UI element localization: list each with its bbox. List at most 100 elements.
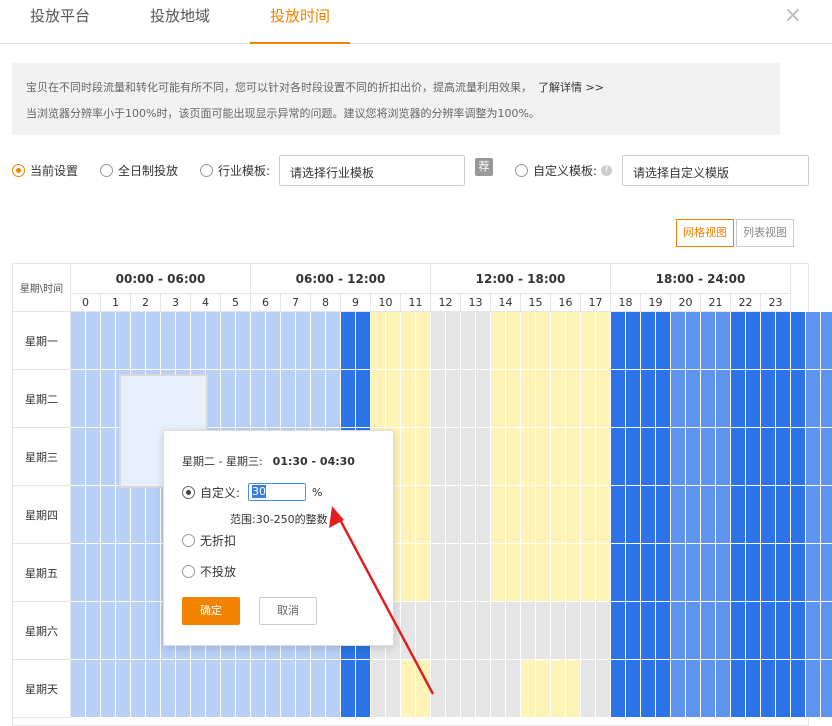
- schedule-cell[interactable]: [551, 544, 566, 602]
- schedule-cell[interactable]: [731, 544, 746, 602]
- schedule-cell[interactable]: [206, 312, 221, 370]
- schedule-cell[interactable]: [551, 660, 566, 718]
- schedule-cell[interactable]: [296, 312, 311, 370]
- radio-industry[interactable]: [200, 164, 213, 177]
- schedule-cell[interactable]: [521, 312, 536, 370]
- schedule-cell[interactable]: [251, 660, 266, 718]
- schedule-cell[interactable]: [731, 370, 746, 428]
- schedule-cell[interactable]: [386, 312, 401, 370]
- grid-view-button[interactable]: 网格视图: [676, 219, 734, 247]
- schedule-cell[interactable]: [761, 486, 776, 544]
- schedule-cell[interactable]: [716, 660, 731, 718]
- schedule-cell[interactable]: [131, 602, 146, 660]
- schedule-cell[interactable]: [371, 660, 386, 718]
- schedule-cell[interactable]: [431, 486, 446, 544]
- schedule-cell[interactable]: [506, 544, 521, 602]
- schedule-cell[interactable]: [776, 370, 791, 428]
- hour-header[interactable]: 0: [71, 294, 101, 312]
- hour-header[interactable]: 1: [101, 294, 131, 312]
- schedule-cell[interactable]: [131, 486, 146, 544]
- schedule-cell[interactable]: [86, 544, 101, 602]
- schedule-cell[interactable]: [806, 370, 821, 428]
- custom-template-select[interactable]: 请选择自定义模版: [622, 155, 809, 186]
- schedule-cell[interactable]: [536, 312, 551, 370]
- schedule-cell[interactable]: [686, 428, 701, 486]
- option-custom-discount[interactable]: 自定义: 30 %: [182, 483, 323, 501]
- schedule-cell[interactable]: [596, 370, 611, 428]
- schedule-cell[interactable]: [266, 660, 281, 718]
- schedule-cell[interactable]: [716, 428, 731, 486]
- schedule-cell[interactable]: [596, 486, 611, 544]
- schedule-cell[interactable]: [791, 486, 806, 544]
- schedule-cell[interactable]: [476, 544, 491, 602]
- schedule-cell[interactable]: [191, 312, 206, 370]
- schedule-cell[interactable]: [461, 428, 476, 486]
- schedule-cell[interactable]: [221, 660, 236, 718]
- schedule-cell[interactable]: [86, 370, 101, 428]
- schedule-cell[interactable]: [506, 660, 521, 718]
- schedule-cell[interactable]: [101, 312, 116, 370]
- schedule-cell[interactable]: [626, 544, 641, 602]
- schedule-cell[interactable]: [116, 544, 131, 602]
- schedule-cell[interactable]: [446, 486, 461, 544]
- schedule-cell[interactable]: [401, 486, 416, 544]
- schedule-cell[interactable]: [341, 312, 356, 370]
- schedule-cell[interactable]: [431, 602, 446, 660]
- schedule-cell[interactable]: [746, 312, 761, 370]
- schedule-cell[interactable]: [491, 660, 506, 718]
- schedule-cell[interactable]: [326, 370, 341, 428]
- schedule-cell[interactable]: [686, 312, 701, 370]
- schedule-cell[interactable]: [611, 428, 626, 486]
- schedule-cell[interactable]: [746, 428, 761, 486]
- day-label[interactable]: 星期四: [13, 486, 71, 544]
- schedule-cell[interactable]: [71, 370, 86, 428]
- hour-header[interactable]: 22: [731, 294, 761, 312]
- hour-header[interactable]: 10: [371, 294, 401, 312]
- schedule-cell[interactable]: [821, 312, 832, 370]
- schedule-cell[interactable]: [191, 660, 206, 718]
- schedule-cell[interactable]: [686, 660, 701, 718]
- hour-header[interactable]: 13: [461, 294, 491, 312]
- day-label[interactable]: 星期天: [13, 660, 71, 718]
- schedule-cell[interactable]: [701, 312, 716, 370]
- schedule-cell[interactable]: [581, 428, 596, 486]
- schedule-cell[interactable]: [566, 486, 581, 544]
- schedule-cell[interactable]: [131, 660, 146, 718]
- schedule-cell[interactable]: [596, 602, 611, 660]
- schedule-cell[interactable]: [506, 428, 521, 486]
- schedule-cell[interactable]: [311, 370, 326, 428]
- schedule-cell[interactable]: [686, 370, 701, 428]
- schedule-cell[interactable]: [566, 660, 581, 718]
- schedule-cell[interactable]: [416, 602, 431, 660]
- schedule-cell[interactable]: [701, 428, 716, 486]
- schedule-cell[interactable]: [446, 370, 461, 428]
- schedule-cell[interactable]: [296, 370, 311, 428]
- schedule-cell[interactable]: [131, 544, 146, 602]
- schedule-cell[interactable]: [491, 312, 506, 370]
- schedule-cell[interactable]: [746, 602, 761, 660]
- schedule-cell[interactable]: [611, 370, 626, 428]
- schedule-cell[interactable]: [146, 660, 161, 718]
- schedule-cell[interactable]: [626, 428, 641, 486]
- schedule-cell[interactable]: [611, 660, 626, 718]
- schedule-cell[interactable]: [446, 312, 461, 370]
- schedule-cell[interactable]: [101, 370, 116, 428]
- tab-platform[interactable]: 投放平台: [30, 0, 90, 44]
- schedule-cell[interactable]: [416, 428, 431, 486]
- schedule-cell[interactable]: [656, 428, 671, 486]
- schedule-cell[interactable]: [416, 544, 431, 602]
- schedule-cell[interactable]: [101, 544, 116, 602]
- schedule-cell[interactable]: [551, 428, 566, 486]
- schedule-cell[interactable]: [491, 370, 506, 428]
- schedule-cell[interactable]: [506, 602, 521, 660]
- radio-no-delivery[interactable]: [182, 565, 195, 578]
- schedule-cell[interactable]: [446, 660, 461, 718]
- tab-region[interactable]: 投放地域: [150, 0, 210, 44]
- schedule-cell[interactable]: [701, 602, 716, 660]
- radio-custom[interactable]: [515, 164, 528, 177]
- schedule-cell[interactable]: [641, 370, 656, 428]
- schedule-cell[interactable]: [821, 370, 832, 428]
- schedule-cell[interactable]: [671, 602, 686, 660]
- schedule-cell[interactable]: [461, 312, 476, 370]
- schedule-cell[interactable]: [551, 312, 566, 370]
